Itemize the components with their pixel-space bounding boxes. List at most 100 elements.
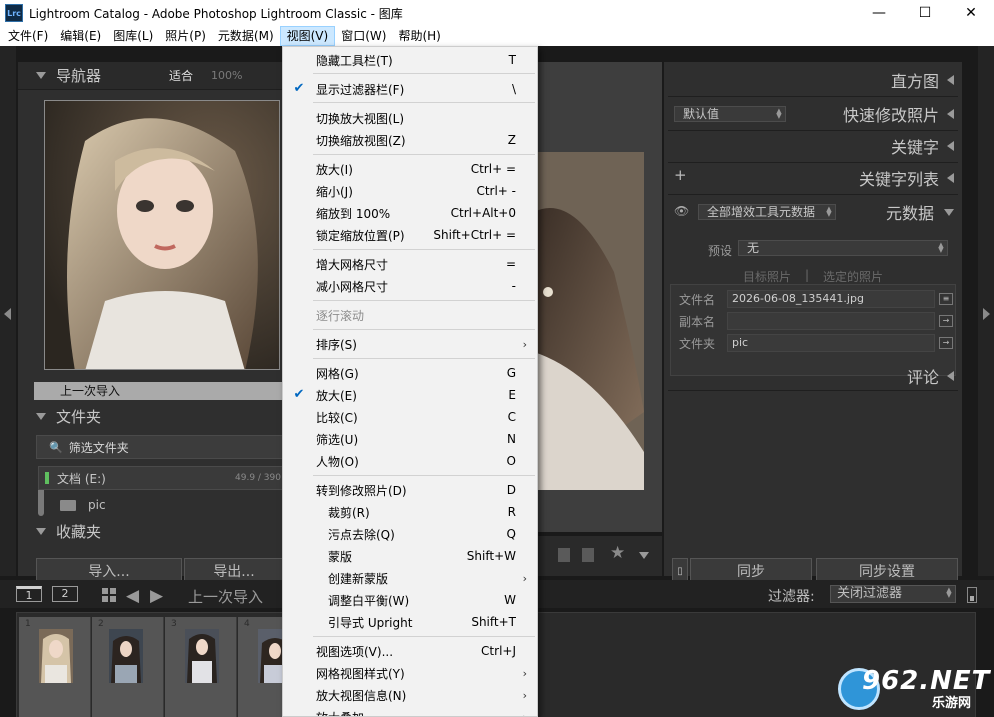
menu-zoom-100[interactable]: 缩放到 100% Ctrl+Alt+0	[283, 202, 537, 224]
folder-icon	[60, 499, 76, 511]
copy-name-arrow-icon[interactable]: →	[939, 315, 953, 327]
menu-label: 显示过滤器栏(F)	[316, 82, 405, 97]
saved-preset-select[interactable]: 默认值 ▲ ▼	[674, 106, 786, 122]
menu-label: 逐行滚动	[316, 308, 365, 323]
copy-name-field[interactable]	[727, 312, 935, 330]
left-panel-toggle[interactable]	[0, 46, 16, 576]
menu-create-new-mask[interactable]: 创建新蒙版 ›	[283, 567, 537, 589]
target-photo-tab[interactable]: 目标照片	[743, 268, 791, 284]
menu-shortcut: Z	[507, 133, 516, 147]
right-arrow-icon	[983, 308, 990, 320]
menu-loupe-overlay[interactable]: 放大叠加 ›	[283, 706, 537, 717]
window-2-tab[interactable]: 2	[52, 586, 78, 602]
right-panel-toggle[interactable]	[978, 46, 994, 576]
close-button[interactable]: ✕	[948, 0, 994, 26]
menu-label: 放大(E)	[316, 388, 357, 403]
star-icon[interactable]: ★	[610, 543, 625, 563]
filter-lock-icon[interactable]	[967, 587, 977, 603]
collections-header[interactable]: 收藏夹	[18, 520, 101, 542]
metadata-preset-select[interactable]: 无 ▲ ▼	[738, 240, 948, 256]
submenu-arrow-icon: ›	[522, 571, 527, 585]
menu-sort[interactable]: 排序(S) ›	[283, 333, 537, 355]
grid-view-icon[interactable]	[102, 588, 116, 602]
menu-edit[interactable]: 编辑(E)	[54, 26, 107, 46]
menu-metadata[interactable]: 元数据(M)	[212, 26, 280, 46]
menu-guided-upright[interactable]: 引导式 Upright Shift+T	[283, 611, 537, 633]
comments-header[interactable]: 评论	[907, 364, 954, 388]
menu-decrease-grid[interactable]: 减小网格尺寸 -	[283, 275, 537, 297]
menu-zoom-in[interactable]: 放大(I) Ctrl+ =	[283, 158, 537, 180]
eye-icon[interactable]: 👁	[674, 204, 689, 218]
reject-flag-icon[interactable]	[582, 548, 594, 562]
menu-increase-grid[interactable]: 增大网格尺寸 =	[283, 253, 537, 275]
menu-library[interactable]: 图库(L)	[107, 26, 159, 46]
quick-develop-header[interactable]: 快速修改照片	[843, 102, 954, 126]
zoom-fit-option[interactable]: 适合	[169, 67, 193, 84]
filter-select[interactable]: 关闭过滤器 ▲ ▼	[830, 585, 956, 603]
menu-photo[interactable]: 照片(P)	[159, 26, 212, 46]
filter-folders-placeholder: 筛选文件夹	[68, 440, 129, 455]
menu-go-to-develop[interactable]: 转到修改照片(D) D	[283, 479, 537, 501]
menu-zoom-out[interactable]: 缩小(J) Ctrl+ -	[283, 180, 537, 202]
thumb-number: 1	[25, 619, 31, 629]
filmstrip-thumb[interactable]: 2	[92, 617, 164, 717]
filter-folders-input[interactable]: 🔍 筛选文件夹	[36, 435, 286, 459]
metadata-set-select[interactable]: 全部增效工具元数据 ▲ ▼	[698, 204, 836, 220]
menu-help[interactable]: 帮助(H)	[392, 26, 446, 46]
histogram-title: 直方图	[890, 72, 939, 91]
filmstrip-source[interactable]: 上一次导入	[188, 586, 263, 607]
window-1-tab[interactable]: 1	[16, 586, 42, 602]
menu-grid-view-style[interactable]: 网格视图样式(Y) ›	[283, 662, 537, 684]
navigator-preview[interactable]	[44, 100, 280, 370]
keyword-list-header[interactable]: 关键字列表	[859, 166, 954, 190]
selected-photos-tab[interactable]: 选定的照片	[823, 268, 883, 284]
menu-file[interactable]: 文件(F)	[2, 26, 54, 46]
back-arrow-icon[interactable]: ◀	[126, 586, 139, 606]
folder-arrow-icon[interactable]: →	[939, 337, 953, 349]
filmstrip-thumb[interactable]: 3	[165, 617, 237, 717]
menu-label: 增大网格尺寸	[316, 257, 389, 272]
toolbar-options-icon[interactable]	[639, 552, 649, 559]
menu-window[interactable]: 窗口(W)	[335, 26, 392, 46]
menu-loupe-info[interactable]: 放大视图信息(N) ›	[283, 684, 537, 706]
drive-row[interactable]: 文档 (E:) 49.9 / 390	[38, 466, 286, 490]
menu-hide-toolbar[interactable]: 隐藏工具栏(T) T	[283, 49, 537, 71]
menu-survey[interactable]: 筛选(U) N	[283, 428, 537, 450]
menu-show-filter-bar[interactable]: ✔ 显示过滤器栏(F) \	[283, 78, 537, 100]
menu-view-options[interactable]: 视图选项(V)... Ctrl+J	[283, 640, 537, 662]
menu-compare[interactable]: 比较(C) C	[283, 406, 537, 428]
menu-white-balance[interactable]: 调整白平衡(W) W	[283, 589, 537, 611]
menu-toggle-zoom[interactable]: 切换缩放视图(Z) Z	[283, 129, 537, 151]
thumb-number: 3	[171, 619, 177, 629]
menu-crop[interactable]: 裁剪(R) R	[283, 501, 537, 523]
filename-action-icon[interactable]: ≡	[939, 293, 953, 305]
main-photo[interactable]	[534, 152, 644, 490]
keywording-header[interactable]: 关键字	[891, 134, 954, 158]
folder-item-pic[interactable]: pic	[46, 494, 106, 516]
folders-header[interactable]: 文件夹	[18, 402, 286, 430]
maximize-button[interactable]: ☐	[902, 0, 948, 26]
menu-spot-removal[interactable]: 污点去除(Q) Q	[283, 523, 537, 545]
filmstrip-thumb[interactable]: 1	[19, 617, 91, 717]
menu-shortcut: -	[511, 279, 516, 293]
metadata-header[interactable]: 元数据	[886, 200, 954, 224]
folder-field[interactable]: pic	[727, 334, 935, 352]
menu-loupe[interactable]: ✔ 放大(E) E	[283, 384, 537, 406]
spinner-icon: ▲ ▼	[946, 586, 952, 599]
menu-lock-zoom[interactable]: 锁定缩放位置(P) Shift+Ctrl+ =	[283, 224, 537, 246]
menu-toggle-loupe[interactable]: 切换放大视图(L)	[283, 107, 537, 129]
menu-view[interactable]: 视图(V)	[279, 26, 336, 46]
pick-flag-icon[interactable]	[558, 548, 570, 562]
histogram-header[interactable]: 直方图	[891, 68, 954, 92]
navigator-header[interactable]: 导航器 适合 100%	[18, 62, 286, 90]
forward-arrow-icon[interactable]: ▶	[150, 586, 163, 606]
zoom-100-option[interactable]: 100%	[211, 69, 242, 82]
keywording-title: 关键字	[890, 138, 939, 157]
add-keyword-icon[interactable]: +	[674, 166, 687, 184]
menu-grid[interactable]: 网格(G) G	[283, 362, 537, 384]
minimize-button[interactable]: —	[856, 0, 902, 26]
filename-field[interactable]: 2026-06-08_135441.jpg	[727, 290, 935, 308]
menu-masking[interactable]: 蒙版 Shift+W	[283, 545, 537, 567]
menu-people[interactable]: 人物(O) O	[283, 450, 537, 472]
menu-shortcut: R	[507, 505, 516, 519]
